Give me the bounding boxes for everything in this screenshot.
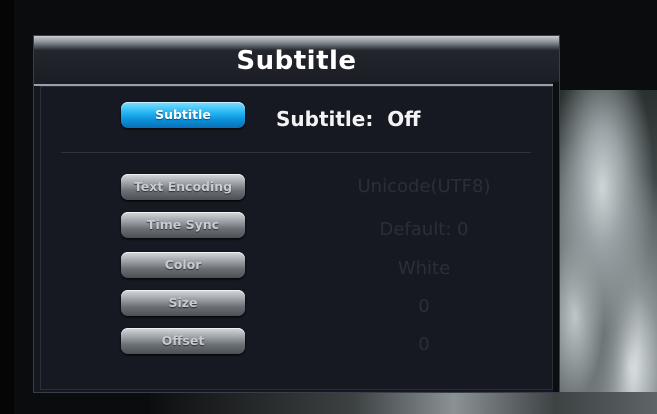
size-value: 0	[418, 296, 430, 317]
time-sync-button[interactable]: Time Sync	[121, 212, 245, 238]
size-button[interactable]: Size	[121, 290, 245, 316]
background-video-strip	[150, 392, 657, 414]
section-divider	[61, 152, 531, 153]
color-value: White	[397, 258, 451, 279]
text-encoding-value: Unicode(UTF8)	[357, 176, 491, 197]
offset-value: 0	[418, 334, 430, 355]
subtitle-status: Subtitle: Off	[276, 107, 421, 131]
subtitle-status-label: Subtitle:	[276, 107, 374, 131]
screen-bezel	[0, 0, 14, 414]
menu-title: Subtitle	[236, 46, 357, 76]
offset-button[interactable]: Offset	[121, 328, 245, 354]
menu-right-shadow	[553, 82, 559, 392]
color-button[interactable]: Color	[121, 252, 245, 278]
time-sync-value: Default: 0	[379, 219, 469, 240]
subtitle-status-value: Off	[387, 107, 421, 131]
subtitle-menu-dialog: Subtitle Subtitle Subtitle: Off Text Enc…	[34, 36, 559, 392]
menu-title-bar: Subtitle	[34, 36, 559, 86]
subtitle-toggle-button[interactable]: Subtitle	[121, 102, 245, 128]
text-encoding-button[interactable]: Text Encoding	[121, 174, 245, 200]
